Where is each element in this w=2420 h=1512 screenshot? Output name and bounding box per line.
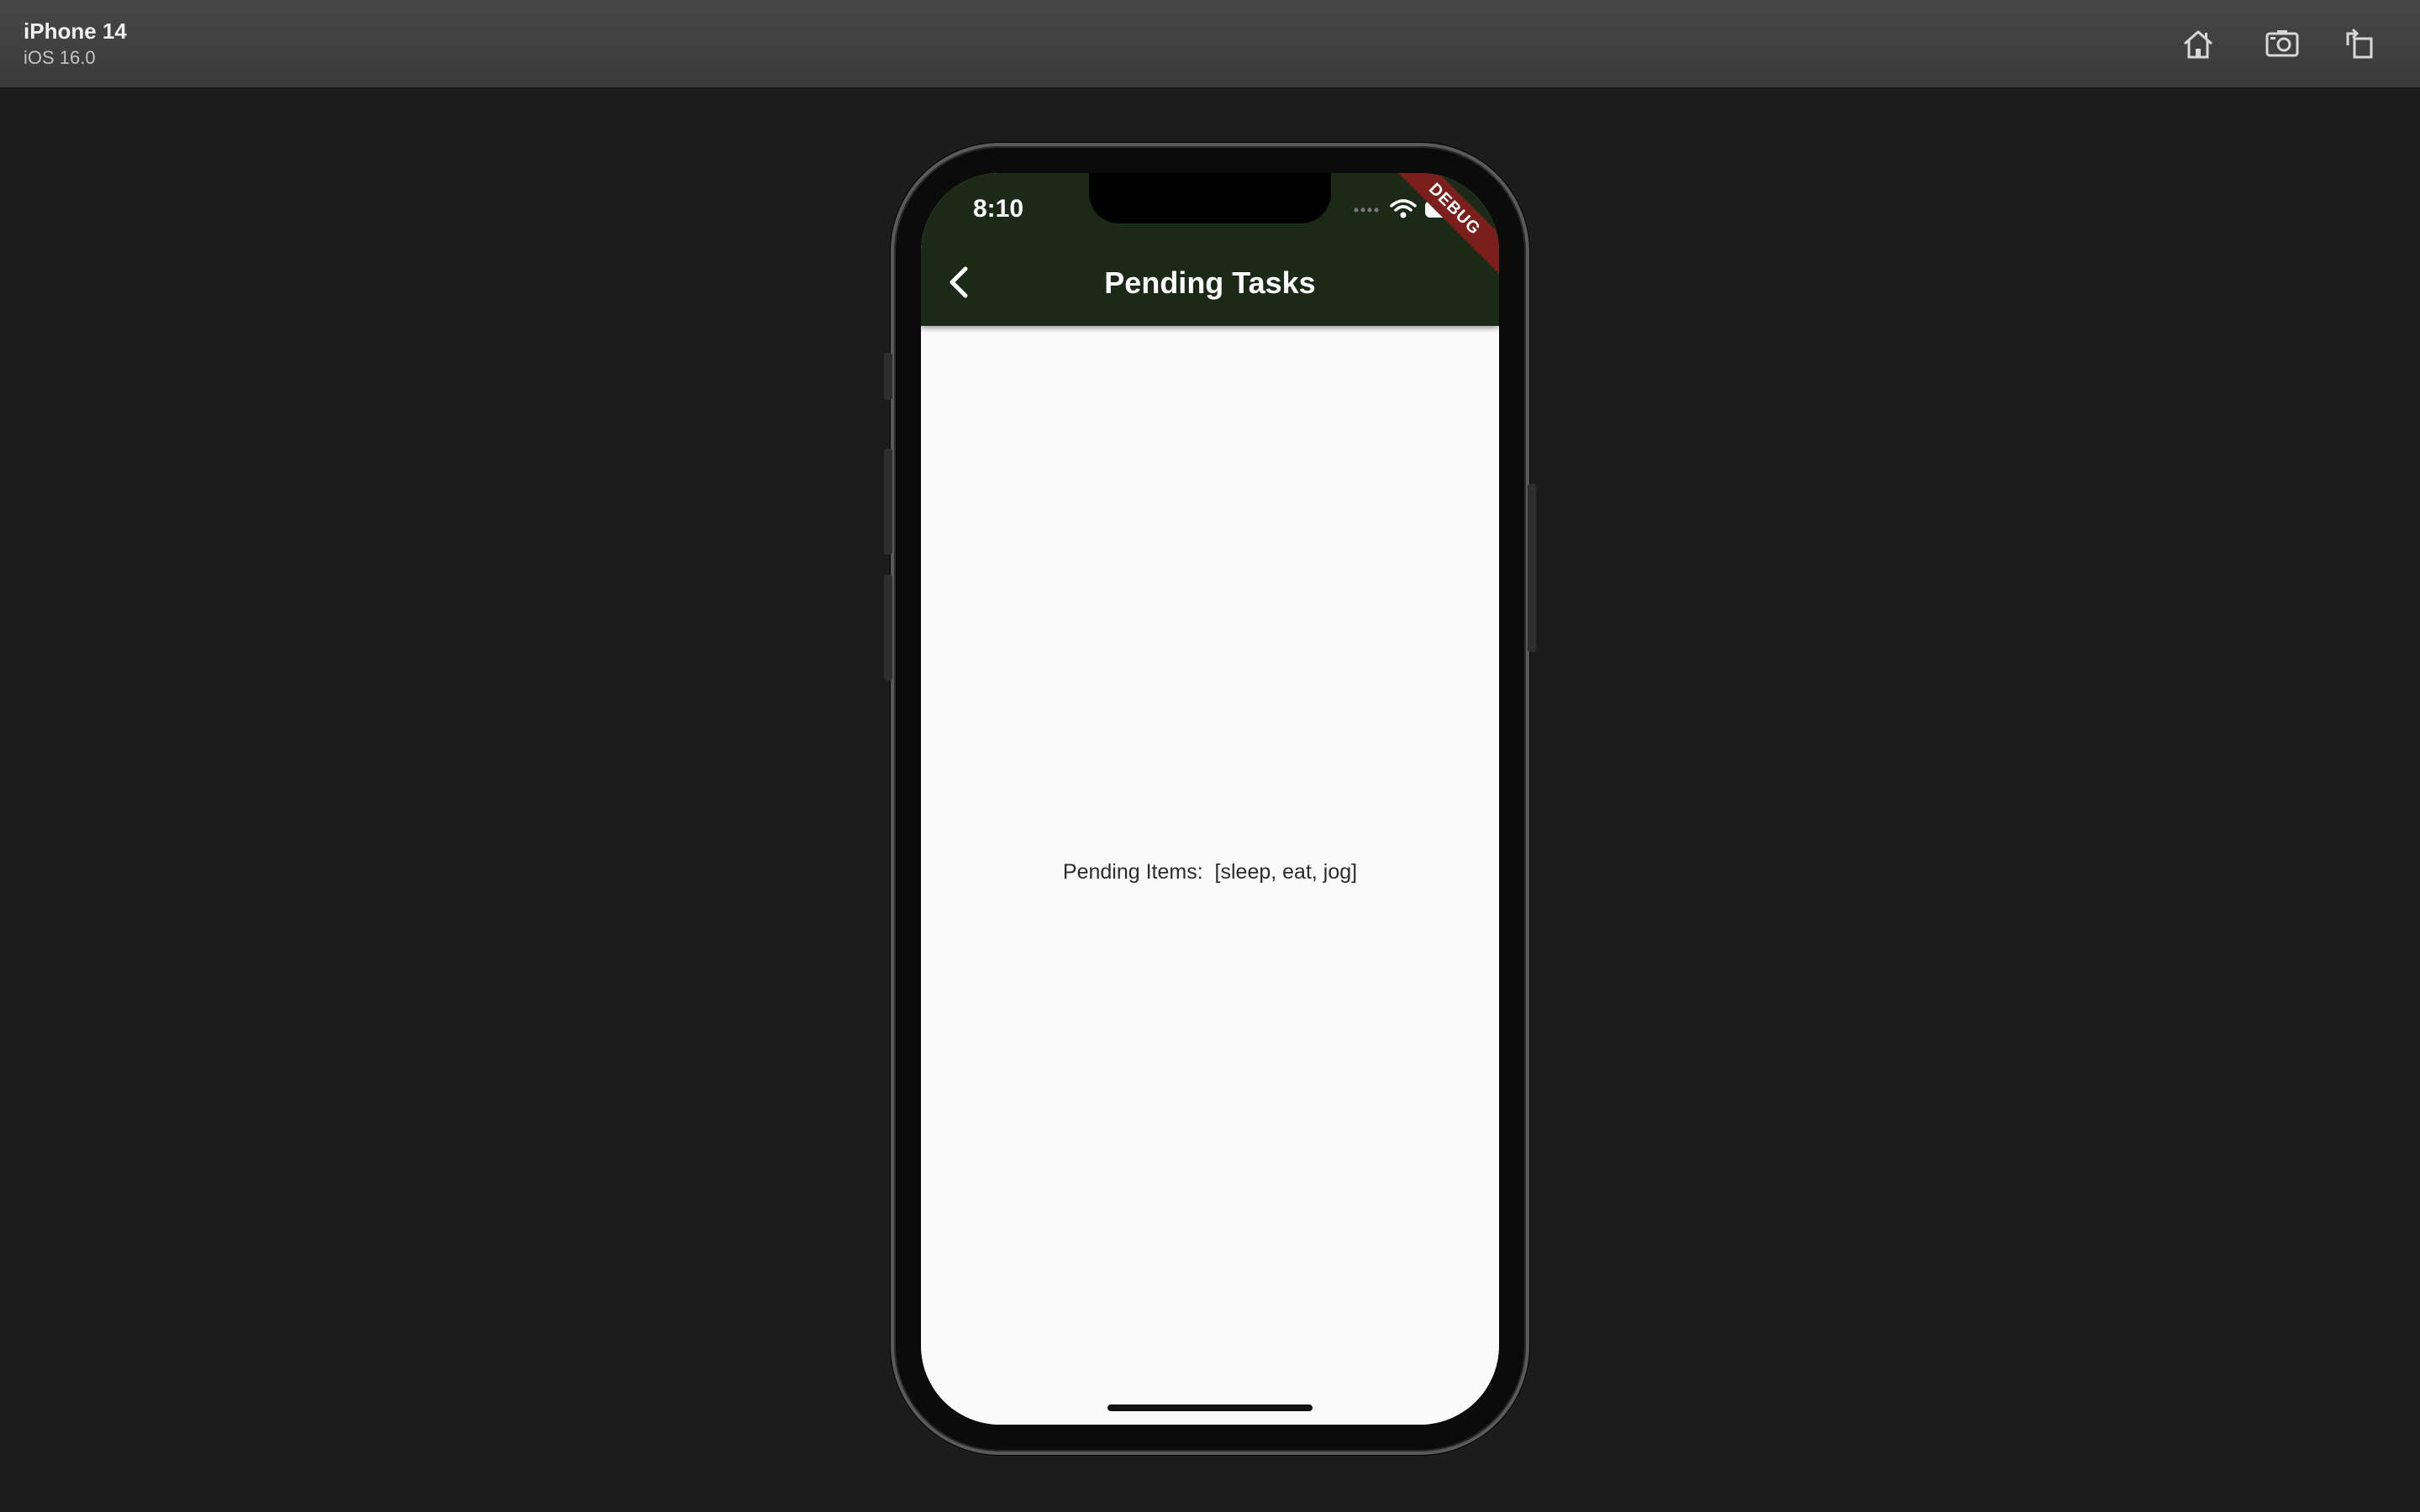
status-time: 8:10 [973, 195, 1024, 223]
volume-down-button [884, 575, 892, 680]
device-screen: 8:10 DEBUG Pending Tasks Pending Items: … [921, 173, 1499, 1425]
app-bar: 8:10 DEBUG Pending Tasks [921, 173, 1499, 326]
volume-up-button [884, 449, 892, 554]
simulator-toolbar: iPhone 14 iOS 16.0 [0, 0, 2420, 88]
screenshot-icon [2265, 30, 2299, 57]
os-version: iOS 16.0 [24, 47, 96, 68]
home-icon [2184, 30, 2212, 59]
signal-icon [1354, 207, 1379, 213]
page-title: Pending Tasks [1104, 265, 1316, 300]
silent-switch [884, 353, 892, 400]
home-indicator[interactable] [1107, 1404, 1313, 1411]
device-name: iPhone 14 [24, 18, 127, 44]
notch [1089, 173, 1331, 223]
home-button[interactable] [2176, 22, 2220, 66]
pending-items-text: Pending Items: [sleep, eat, jog] [1062, 860, 1358, 884]
wifi-icon [1390, 199, 1417, 218]
rotate-button[interactable] [2338, 22, 2381, 66]
rotate-icon [2346, 28, 2373, 59]
power-button [1528, 484, 1536, 652]
screenshot-button[interactable] [2260, 22, 2304, 66]
